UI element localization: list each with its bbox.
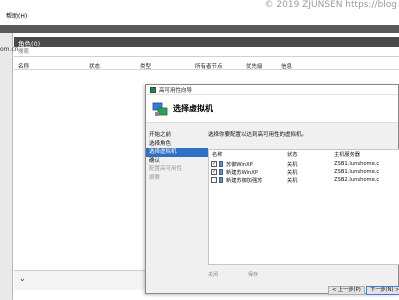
vm-checkbox[interactable]: ✓ <box>211 169 217 175</box>
vm-row[interactable]: ✓ 苏御WinXP 关机 ZSB1.lunshome.c <box>209 160 399 168</box>
vm-icon <box>219 177 223 183</box>
vm-table-header: 名称 状态 主机服务器 <box>209 150 399 159</box>
column-header-info[interactable]: 信息 <box>281 62 292 70</box>
column-header-owner-node[interactable]: 所有者节点 <box>195 62 223 70</box>
roles-search-input[interactable] <box>18 48 138 56</box>
vm-name: 新建苏御加强苏 <box>226 177 263 184</box>
vm-detail-label: 保存 <box>248 272 259 278</box>
top-strip <box>0 25 399 33</box>
menu-bar: 帮助(H) <box>0 9 399 21</box>
wizard-step-confirm[interactable]: 确认 <box>146 157 208 166</box>
vm-checkbox[interactable] <box>211 177 217 183</box>
wizard-description: 选择你要配置以达到高可用性的虚拟机。 <box>208 132 308 138</box>
high-availability-wizard: 高可用性向导 选择虚拟机 开始之前 选择角色 选择虚拟机 确认 配置高可用性 摘… <box>145 84 399 295</box>
wizard-header: 选择虚拟机 <box>146 95 398 123</box>
vm-name: 苏御WinXP <box>226 161 253 168</box>
chevron-down-icon[interactable]: ⌄ <box>19 274 26 283</box>
roles-column-headers: 名称 状态 类型 所有者节点 优先级 信息 <box>14 60 399 70</box>
vm-icon <box>219 169 223 175</box>
wizard-window-title: 高可用性向导 <box>159 88 193 94</box>
previous-button[interactable]: < 上一步(P) <box>328 286 365 295</box>
search-row <box>14 48 399 57</box>
vm-status: 关机 <box>287 161 298 168</box>
vm-column-status[interactable]: 状态 <box>287 151 297 158</box>
wizard-step-select-role[interactable]: 选择角色 <box>146 140 208 149</box>
vm-host: ZSB2.lunshome.c <box>334 176 380 183</box>
roles-panel-header: 角色(0) <box>14 37 399 48</box>
navigation-pane: om.cn <box>0 33 19 300</box>
vm-column-name[interactable]: 名称 <box>212 151 222 158</box>
wizard-step-select-vm[interactable]: 选择虚拟机 <box>146 148 208 157</box>
wizard-steps: 开始之前 选择角色 选择虚拟机 确认 配置高可用性 摘要 <box>146 131 208 183</box>
vm-host: ZSB1.lunshome.c <box>334 168 380 175</box>
vm-table: 名称 状态 主机服务器 ✓ 苏御WinXP 关机 ZSB1.lunshome.c… <box>208 149 399 265</box>
wizard-body: 选择你要配置以达到高可用性的虚拟机。 名称 状态 主机服务器 ✓ 苏御WinXP… <box>208 125 399 290</box>
column-header-type[interactable]: 类型 <box>140 62 151 70</box>
vm-detail-label: 关闭 <box>208 272 219 278</box>
virtual-machine-icon <box>152 102 168 116</box>
column-header-status[interactable]: 状态 <box>89 62 100 70</box>
column-header-priority[interactable]: 优先级 <box>246 62 263 70</box>
wizard-step-summary: 摘要 <box>149 174 161 181</box>
next-button[interactable]: 下一步(N) > <box>366 286 399 295</box>
vm-row[interactable]: 新建苏御加强苏 关机 ZSB2.lunshome.c <box>209 176 399 184</box>
vm-name: 新建苏WinXP <box>226 169 258 176</box>
vm-row[interactable]: ✓ 新建苏WinXP 关机 ZSB1.lunshome.c <box>209 168 399 176</box>
vm-status: 关机 <box>287 169 298 176</box>
wizard-step-configure-ha: 配置高可用性 <box>149 166 183 173</box>
wizard-step-before-you-begin[interactable]: 开始之前 <box>146 131 208 140</box>
cluster-icon <box>150 87 156 93</box>
column-header-name[interactable]: 名称 <box>18 62 29 70</box>
vm-status: 关机 <box>287 177 298 184</box>
wizard-page-title: 选择虚拟机 <box>173 104 213 113</box>
help-menu[interactable]: 帮助(H) <box>6 11 27 20</box>
details-pane-bar: ⌄ <box>14 270 145 290</box>
vm-icon <box>219 161 223 167</box>
vm-host: ZSB1.lunshome.c <box>334 160 380 167</box>
vm-checkbox[interactable]: ✓ <box>211 161 217 167</box>
wizard-titlebar: 高可用性向导 <box>146 85 398 95</box>
vm-column-host[interactable]: 主机服务器 <box>334 151 360 158</box>
roles-panel-title: 角色(0) <box>18 40 41 48</box>
wizard-buttons: < 上一步(P) 下一步(N) > <box>146 286 399 295</box>
